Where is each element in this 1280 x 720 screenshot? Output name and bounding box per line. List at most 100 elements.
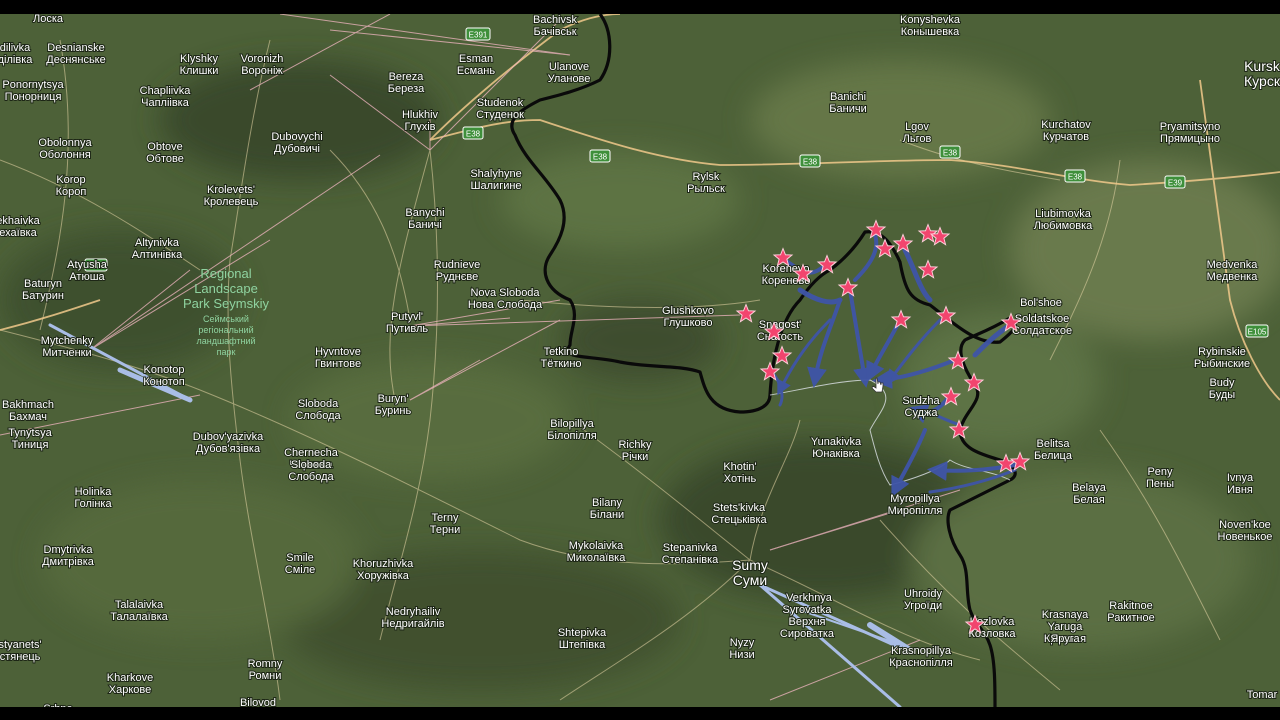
place-name-latin: Krasnopillya — [891, 645, 952, 657]
place-name-latin: Sudzha — [902, 395, 940, 407]
svg-text:Regional: Regional — [200, 266, 251, 281]
svg-text:Landscape: Landscape — [194, 281, 258, 296]
place-name-cyrillic: Буды — [1209, 389, 1236, 401]
place-name-latin: Medvenka — [1207, 259, 1259, 271]
place-name-cyrillic: Атюша — [69, 271, 105, 283]
place-label-nova_sloboda: Nova SlobodaНова Слобода — [467, 286, 544, 312]
place-name-cyrillic: Чаплiiвка — [141, 97, 190, 109]
place-name-latin: Rudnieve — [434, 259, 480, 271]
place-name-cyrillic: Низи — [729, 649, 754, 661]
place-name-cyrillic: Голінка — [74, 498, 112, 510]
place-name-cyrillic: Білани — [590, 509, 624, 521]
place-name-latin: Khoruzhivka — [353, 558, 414, 570]
place-name-latin: Studenok — [477, 97, 524, 109]
place-name-latin: Bol'shoe — [1020, 297, 1062, 309]
place-name-latin: Mytchenky — [41, 335, 94, 347]
place-label-belaya: BelayaБелая — [1071, 481, 1108, 507]
bottom-letterbox — [0, 707, 1280, 720]
place-name-cyrillic: Суми — [733, 572, 767, 588]
place-name-cyrillic: Річки — [622, 451, 648, 463]
place-label-glushkovo: GlushkovoГлушково — [661, 304, 715, 330]
place-name-cyrillic: Стецьківка — [711, 514, 767, 526]
place-name-cyrillic: Руднєве — [436, 271, 478, 283]
place-name-latin: Romny — [248, 658, 283, 670]
place-name-latin: Myropillya — [890, 493, 940, 505]
place-name-cyrillic: Береза — [388, 83, 425, 95]
place-name-latin: Kurchatov — [1041, 119, 1091, 131]
place-label-talalaivka: TalalaivkaТалалаївка — [109, 598, 169, 624]
place-label-sumy: SumyСуми — [731, 556, 769, 589]
place-name-cyrillic: Ивня — [1227, 484, 1253, 496]
place-label-khoruzhivka: KhoruzhivkaХоружівка — [352, 557, 415, 583]
place-name-cyrillic: Белица — [1034, 450, 1073, 462]
place-label-rakitnoe: RakitnoeРакитное — [1106, 599, 1155, 625]
place-name-cyrillic: Терни — [430, 524, 461, 536]
place-name-latin: Shtepivka — [558, 627, 607, 639]
place-name-latin: Krasnaya — [1042, 609, 1089, 621]
place-name-latin: Buryn' — [378, 393, 409, 405]
place-name-latin: Budy — [1209, 377, 1235, 389]
place-name-latin: Lgov — [905, 121, 929, 133]
place-name-latin: Belitsa — [1036, 438, 1070, 450]
place-name-latin: Konotop — [144, 364, 185, 376]
place-name-cyrillic: Смiле — [285, 564, 316, 576]
place-name-cyrillic: Хотінь — [724, 473, 757, 485]
place-name-cyrillic: Талалаївка — [110, 611, 168, 623]
place-name-latin: Yaruga — [1048, 621, 1084, 633]
place-name-cyrillic: Баничи — [829, 103, 866, 115]
place-name-cyrillic: Пены — [1146, 478, 1174, 490]
place-name-cyrillic: Конышевка — [901, 26, 960, 38]
place-label-richky: RichkyРічки — [617, 438, 653, 464]
place-label-syrovatka2: Сироватка — [779, 627, 836, 641]
place-label-bilovod: Bilovod — [239, 696, 277, 707]
place-label-stetskivka: Stets'kivkaСтецьківка — [710, 501, 768, 527]
place-label-bolshoe: Bol'shoe — [1019, 296, 1063, 310]
place-name-cyrillic: Уланове — [548, 73, 591, 85]
place-name-cyrillic: Угроїди — [904, 600, 942, 612]
place-label-yaruga2: Яруга — [1049, 632, 1081, 646]
place-name-cyrillic: Батурин — [22, 290, 64, 302]
place-label-ulanove: UlanoveУланове — [547, 60, 592, 86]
place-name-cyrillic: Митченки — [42, 347, 91, 359]
place-label-obolonnya: ObolonnyaОболоння — [37, 136, 93, 162]
place-name-cyrillic: Білопілля — [547, 430, 597, 442]
place-label-rudnieve: RudnieveРуднєве — [433, 258, 481, 284]
svg-text:регіональний: регіональний — [198, 325, 253, 335]
place-name-latin: Banychi — [405, 207, 444, 219]
place-name-cyrillic: Любимовка — [1034, 220, 1093, 232]
place-label-dmytrivka: DmytrivkaДмитрівка — [41, 543, 96, 569]
place-name-latin: Atyusha — [67, 259, 108, 271]
place-name-cyrillic: Дубовичі — [274, 143, 320, 155]
place-name-latin: Peny — [1147, 466, 1173, 478]
place-name-cyrillic: Яруга — [1050, 633, 1080, 645]
place-label-rylsk: RylskРыльск — [686, 170, 726, 196]
place-name-latin: Tynytsya — [8, 427, 52, 439]
place-name-cyrillic: Харкове — [109, 684, 151, 696]
place-name-latin: Krolevets' — [207, 184, 255, 196]
place-name-cyrillic: ехаївка — [0, 227, 38, 239]
place-name-latin: Nyzy — [730, 637, 755, 649]
place-name-latin: ekhaivka — [0, 215, 41, 227]
place-name-cyrillic: Конотоп — [143, 376, 185, 388]
place-name-cyrillic: Льгов — [903, 133, 932, 145]
place-name-cyrillic: Солдатское — [1012, 325, 1072, 337]
map-viewport[interactable]: E391 E38 E38 E38 E38 E38 E39 E101 E105 R… — [0, 0, 1280, 720]
place-name-cyrillic: остянець — [0, 651, 41, 663]
place-name-latin: Obtove — [147, 141, 182, 153]
place-name-cyrillic: Слобода — [288, 471, 334, 483]
place-name-latin: Sloboda — [298, 398, 339, 410]
place-name-cyrillic: Курск — [1244, 73, 1280, 89]
place-label-dubovychi: DubovychiДубовичі — [270, 130, 323, 156]
place-name-latin: Altynivka — [135, 237, 180, 249]
place-name-cyrillic: Недригайлів — [381, 618, 444, 630]
place-name-latin: Mykolaivka — [569, 540, 624, 552]
place-name-latin: Verkhnya — [786, 592, 833, 604]
place-label-esman: EsmanЕсмань — [456, 52, 496, 78]
road-shield-e39: E39 — [1168, 179, 1183, 188]
place-name-cyrillic: Глушково — [664, 317, 713, 329]
place-name-cyrillic: Нова Слобода — [468, 299, 543, 311]
satellite-map[interactable]: E391 E38 E38 E38 E38 E38 E39 E101 E105 R… — [0, 14, 1280, 707]
place-label-belitsa: BelitsaБелица — [1033, 437, 1074, 463]
place-name-latin: Obolonnya — [38, 137, 92, 149]
place-label-romny: RomnyРомни — [247, 657, 284, 683]
